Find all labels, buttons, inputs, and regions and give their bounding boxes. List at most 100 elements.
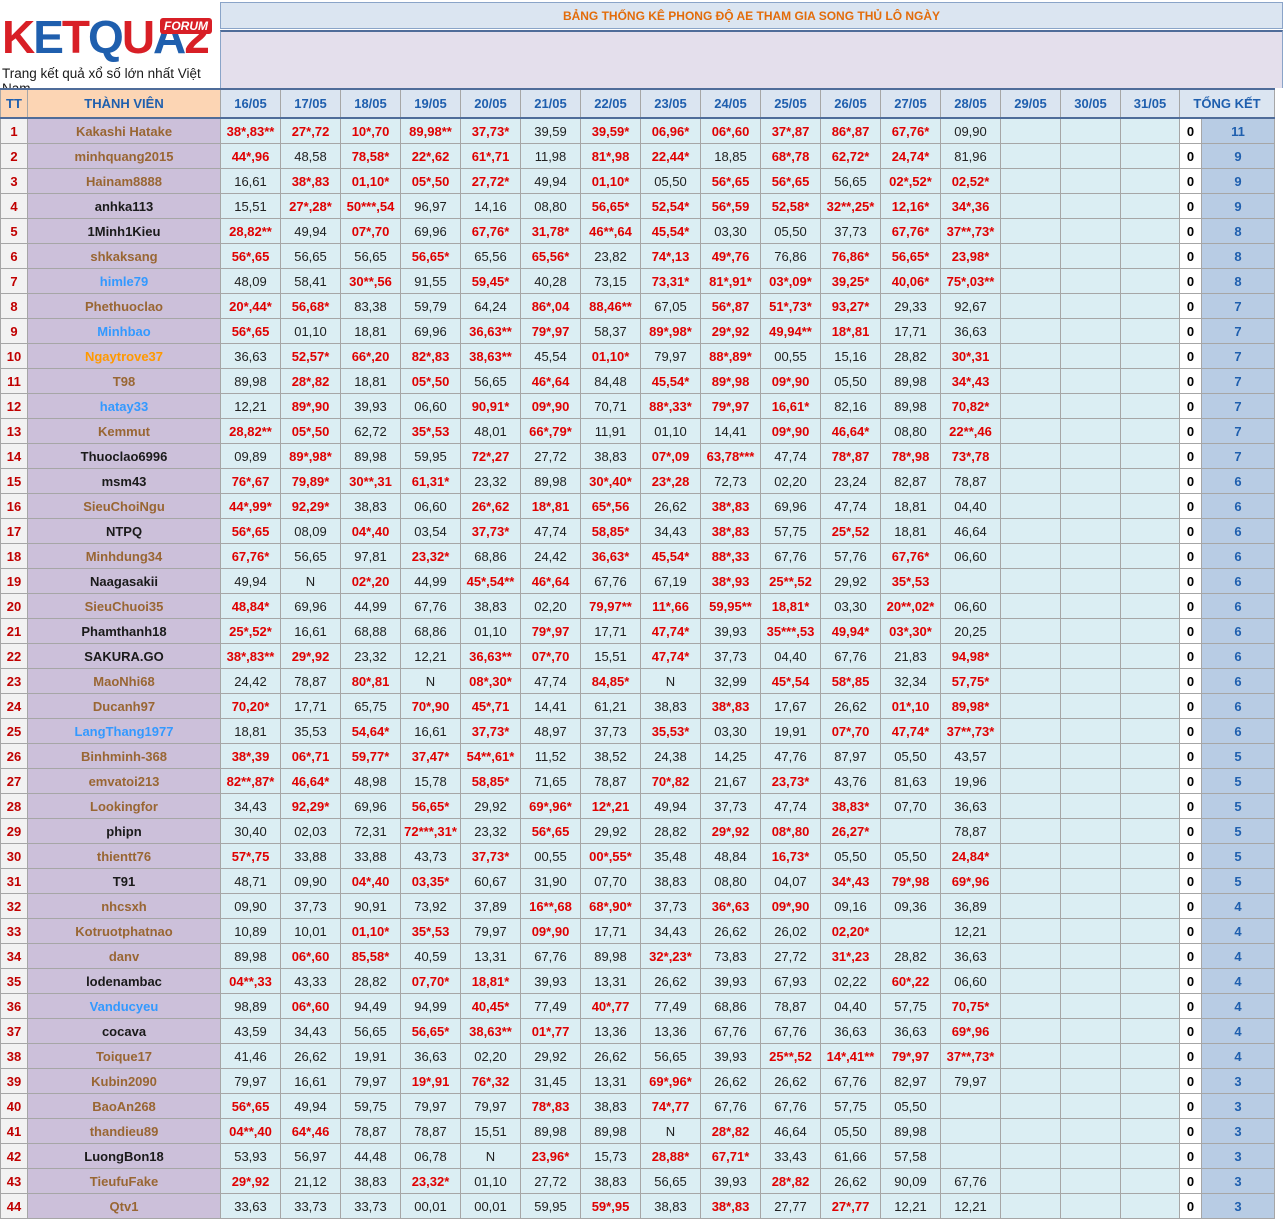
pick-cell: 82,87 [880,468,941,494]
pick-cell: 09*,90 [760,418,821,444]
pick-cell: 81*,91* [700,268,761,294]
pick-cell: 06,96* [640,117,701,144]
member-name[interactable]: lodenambac [27,968,221,994]
pick-cell: N [640,668,701,694]
pick-cell: 58,41 [280,268,341,294]
member-name[interactable]: Kotruotphatnao [27,918,221,944]
table-row: 29 phipn 30,40 02,03 72,31 72***,31* 23,32 56*,… [0,818,1275,844]
pick-cell: 78,87 [280,668,341,694]
pick-cell: 07*,70 [520,643,581,669]
member-name[interactable]: danv [27,943,221,969]
pick-cell [1060,968,1121,994]
zero-count: 0 [1179,868,1202,894]
pick-cell: 27*,72 [280,117,341,144]
pick-cell: 47,74 [760,443,821,469]
member-name[interactable]: shkaksang [27,243,221,269]
pick-cell: 01*,10 [880,693,941,719]
member-name[interactable]: himle79 [27,268,221,294]
pick-cell: 13,31 [580,968,641,994]
total-count: 5 [1201,818,1275,844]
member-name[interactable]: Thuoclao6996 [27,443,221,469]
pick-cell: 14,16 [460,193,521,219]
member-name[interactable]: T98 [27,368,221,394]
pick-cell: 77,49 [520,993,581,1019]
member-name[interactable]: Binhminh-368 [27,743,221,769]
member-name[interactable]: Toique17 [27,1043,221,1069]
member-name[interactable]: TieufuFake [27,1168,221,1194]
pick-cell [1060,193,1121,219]
pick-cell: 92,67 [940,293,1001,319]
pick-cell [1060,568,1121,594]
member-name[interactable]: msm43 [27,468,221,494]
member-name[interactable]: Vanducyeu [27,993,221,1019]
pick-cell: 37,73 [280,893,341,919]
member-name[interactable]: thandieu89 [27,1118,221,1144]
header-tt: TT [0,88,28,119]
member-name[interactable]: Ducanh97 [27,693,221,719]
pick-cell: 90,91* [460,393,521,419]
pick-cell: 22,44* [640,143,701,169]
member-name[interactable]: Minhdung34 [27,543,221,569]
site-logo[interactable]: KETQUA2 FORUM Trang kết quả xổ số lớn nh… [0,0,220,96]
member-name[interactable]: LangThang1977 [27,718,221,744]
pick-cell: 19*,91 [400,1068,461,1094]
pick-cell: 05*,50 [400,368,461,394]
pick-cell: 57,75 [880,993,941,1019]
pick-cell [1060,1143,1121,1169]
member-name[interactable]: thientt76 [27,843,221,869]
pick-cell: 31*,23 [820,943,881,969]
member-name[interactable]: Hainam8888 [27,168,221,194]
member-name[interactable]: BaoAn268 [27,1093,221,1119]
total-count: 6 [1201,468,1275,494]
pick-cell: 58,85* [580,518,641,544]
pick-cell: 89,98* [940,693,1001,719]
pick-cell: 27,77 [760,1193,821,1219]
total-count: 5 [1201,868,1275,894]
total-count: 3 [1201,1093,1275,1119]
zero-count: 0 [1179,1143,1202,1169]
member-name[interactable]: NTPQ [27,518,221,544]
member-name[interactable]: Kakashi Hatake [27,117,221,144]
member-name[interactable]: Qtv1 [27,1193,221,1219]
table-row: 12 hatay33 12,21 89*,90 39,93 06,60 90,91* 09*,… [0,393,1275,419]
pick-cell: 12*,21 [580,793,641,819]
pick-cell: 16,61 [220,168,281,194]
member-name[interactable]: Naagasakii [27,568,221,594]
member-name[interactable]: nhcsxh [27,893,221,919]
member-name[interactable]: anhka113 [27,193,221,219]
pick-cell [1000,318,1061,344]
pick-cell: 02*,20 [340,568,401,594]
member-name[interactable]: Kubin2090 [27,1068,221,1094]
pick-cell [1000,1168,1061,1194]
member-name[interactable]: Minhbao [27,318,221,344]
member-name[interactable]: T91 [27,868,221,894]
member-name[interactable]: SieuChoiNgu [27,493,221,519]
member-name[interactable]: cocava [27,1018,221,1044]
pick-cell: 36,63** [460,318,521,344]
member-name[interactable]: SieuChuoi35 [27,593,221,619]
member-name[interactable]: minhquang2015 [27,143,221,169]
member-name[interactable]: Ngaytrove37 [27,343,221,369]
member-name[interactable]: MaoNhi68 [27,668,221,694]
pick-cell: 07,70* [400,968,461,994]
member-name[interactable]: Phamthanh18 [27,618,221,644]
pick-cell: 64*,46 [280,1118,341,1144]
member-name[interactable]: 1Minh1Kieu [27,218,221,244]
member-name[interactable]: LuongBon18 [27,1143,221,1169]
pick-cell: 34,43 [280,1018,341,1044]
pick-cell: 36,63** [460,643,521,669]
pick-cell [1000,193,1061,219]
zero-count: 0 [1179,1118,1202,1144]
pick-cell: 72,31 [340,818,401,844]
member-name[interactable]: Kemmut [27,418,221,444]
pick-cell [1120,218,1180,244]
member-name[interactable]: Lookingfor [27,793,221,819]
member-name[interactable]: hatay33 [27,393,221,419]
member-name[interactable]: emvatoi213 [27,768,221,794]
member-name[interactable]: phipn [27,818,221,844]
member-name[interactable]: SAKURA.GO [27,643,221,669]
member-name[interactable]: Phethuoclao [27,293,221,319]
pick-cell: 67,76 [400,593,461,619]
pick-cell [1060,493,1121,519]
pick-cell: 67,05 [640,293,701,319]
